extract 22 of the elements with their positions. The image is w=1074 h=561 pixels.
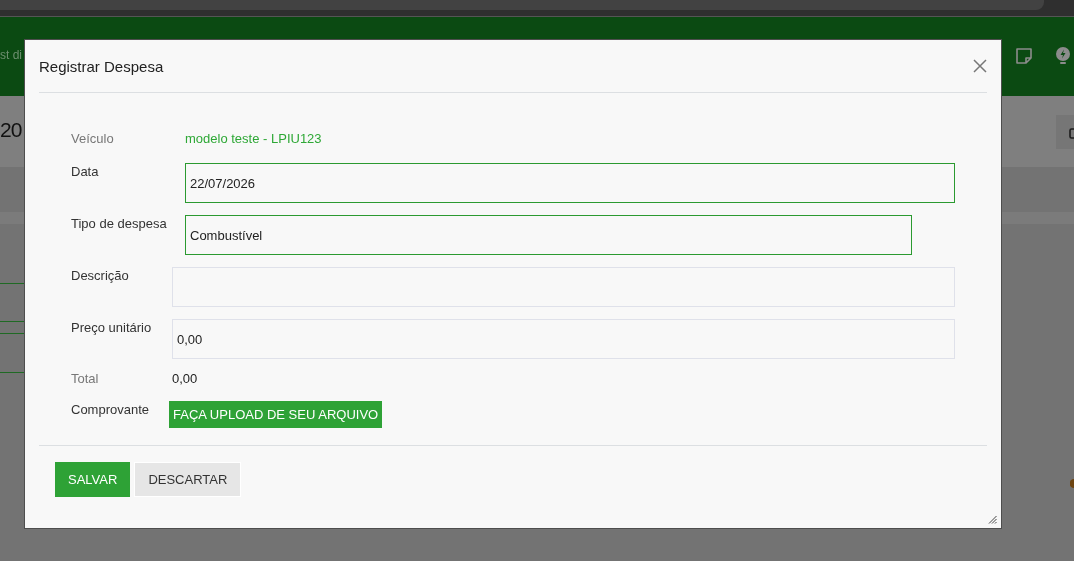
price-field[interactable]: 0,00 [172, 319, 955, 359]
header-title: st di [0, 47, 22, 62]
lightbulb-icon[interactable] [1055, 46, 1071, 65]
field-label: Descrição [71, 267, 130, 284]
bracket-icon [1069, 128, 1074, 139]
field-label: Veículo [71, 131, 115, 147]
field-label: Data [71, 163, 100, 180]
expense-type-field[interactable]: Combustível [185, 215, 912, 255]
field-label: Comprovante [71, 401, 151, 418]
field-label: Tipo de despesa [71, 215, 168, 232]
field-label: Preço unitário [71, 319, 153, 336]
discard-button[interactable]: DESCARTAR [134, 462, 242, 497]
toolbar-button[interactable] [1056, 115, 1074, 149]
page-heading: 20 [0, 117, 22, 143]
close-icon[interactable] [973, 59, 987, 73]
description-field[interactable] [172, 267, 955, 307]
resize-grip-icon[interactable] [988, 515, 997, 524]
total-value: 0,00 [172, 371, 198, 387]
field-label: Total [71, 371, 100, 387]
dialog-title: Registrar Despesa [39, 57, 164, 75]
sticky-note-icon[interactable] [1016, 47, 1032, 64]
date-field[interactable]: 22/07/2026 [185, 163, 955, 203]
